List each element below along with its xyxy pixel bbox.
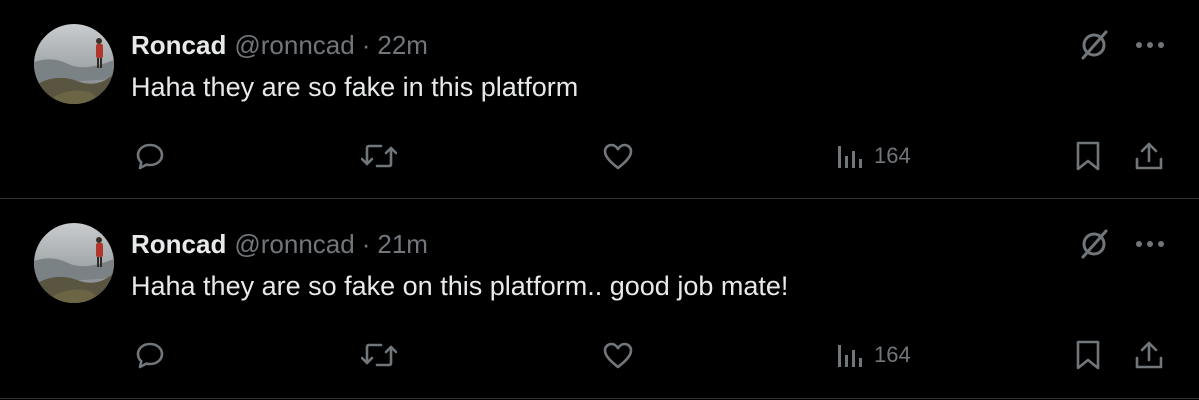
author-handle[interactable]: @ronncad <box>234 229 354 260</box>
avatar[interactable] <box>34 223 114 303</box>
share-icon <box>1133 339 1165 371</box>
grok-icon[interactable] <box>1077 227 1111 261</box>
more-icon[interactable] <box>1133 227 1167 261</box>
separator-dot: · <box>361 30 371 60</box>
tweet-top-actions <box>1077 28 1167 62</box>
tweet[interactable]: Roncad @ronncad · 22m Haha they are so f… <box>0 0 1199 199</box>
reply-button[interactable] <box>134 138 166 174</box>
share-button[interactable] <box>1133 337 1165 373</box>
views-count: 164 <box>874 342 911 367</box>
repost-icon <box>361 140 397 172</box>
repost-button[interactable] <box>361 337 397 373</box>
share-icon <box>1133 140 1165 172</box>
tweet-feed: Roncad @ronncad · 22m Haha they are so f… <box>0 0 1199 400</box>
like-button[interactable] <box>601 138 635 174</box>
repost-button[interactable] <box>361 138 397 174</box>
bookmark-icon <box>1073 339 1103 371</box>
tweet-top-actions <box>1077 227 1167 261</box>
views-button[interactable]: 164 <box>836 138 911 174</box>
repost-icon <box>361 339 397 371</box>
reply-button[interactable] <box>134 337 166 373</box>
bookmark-button[interactable] <box>1073 138 1103 174</box>
tweet-header: Roncad @ronncad · 21m <box>131 229 428 261</box>
tweet[interactable]: Roncad @ronncad · 21m Haha they are so f… <box>0 199 1199 399</box>
bookmark-icon <box>1073 140 1103 172</box>
tweet-action-bar: 164 <box>0 138 1199 174</box>
views-icon <box>836 140 866 172</box>
author-handle[interactable]: @ronncad <box>234 30 354 61</box>
reply-icon <box>134 339 166 371</box>
bookmark-button[interactable] <box>1073 337 1103 373</box>
separator-dot: · <box>361 229 371 259</box>
views-count: 164 <box>874 143 911 168</box>
tweet-header: Roncad @ronncad · 22m <box>131 30 428 62</box>
views-icon <box>836 339 866 371</box>
share-button[interactable] <box>1133 138 1165 174</box>
timestamp[interactable]: 22m <box>377 30 428 61</box>
author-name[interactable]: Roncad <box>131 30 226 61</box>
like-icon <box>601 140 635 172</box>
tweet-text: Haha they are so fake on this platform..… <box>131 271 789 301</box>
avatar[interactable] <box>34 24 114 104</box>
more-icon[interactable] <box>1133 28 1167 62</box>
grok-icon[interactable] <box>1077 28 1111 62</box>
like-icon <box>601 339 635 371</box>
views-button[interactable]: 164 <box>836 337 911 373</box>
reply-icon <box>134 140 166 172</box>
timestamp[interactable]: 21m <box>377 229 428 260</box>
like-button[interactable] <box>601 337 635 373</box>
tweet-action-bar: 164 <box>0 337 1199 373</box>
tweet-text: Haha they are so fake in this platform <box>131 72 579 102</box>
author-name[interactable]: Roncad <box>131 229 226 260</box>
